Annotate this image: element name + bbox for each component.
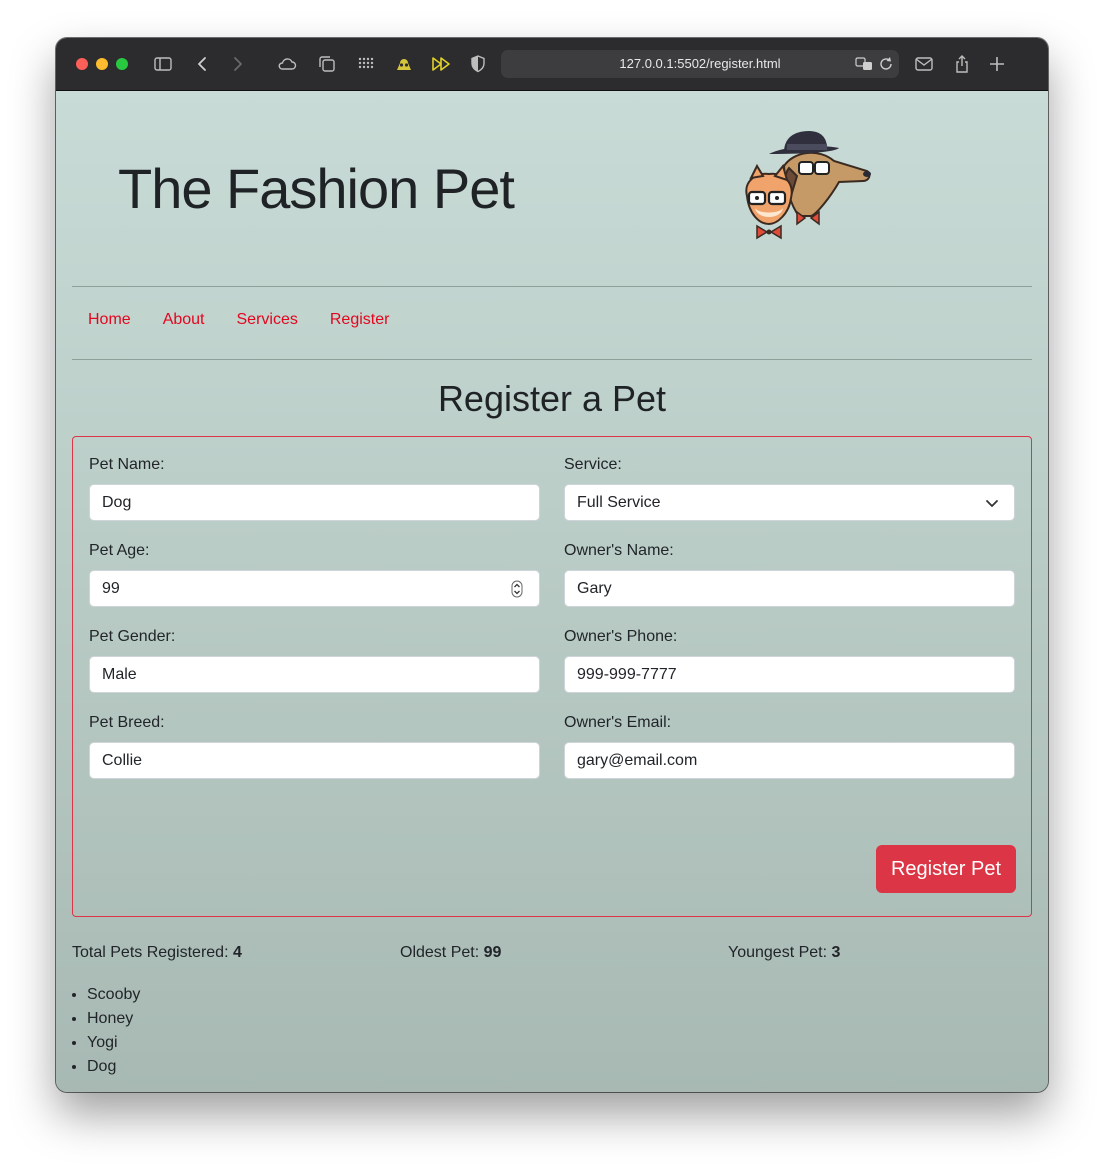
maximize-window-button[interactable] <box>116 58 128 70</box>
oldest-pet-stat: Oldest Pet: 99 <box>400 944 501 962</box>
pet-breed-group: Pet Breed: Collie <box>89 714 540 779</box>
shield-icon[interactable] <box>467 53 489 75</box>
forward-icon[interactable] <box>226 53 248 75</box>
pet-name-input[interactable]: Dog <box>89 484 540 521</box>
nav-link-register[interactable]: Register <box>330 311 390 329</box>
owner-phone-input[interactable]: 999-999-7777 <box>564 656 1015 693</box>
tabs-icon[interactable] <box>316 53 338 75</box>
list-item: Dog <box>87 1055 140 1079</box>
oldest-pet-value: 99 <box>483 944 502 961</box>
pet-name-group: Pet Name: Dog <box>89 456 540 521</box>
pet-age-input[interactable]: 99 <box>89 570 540 607</box>
main-nav: Home About Services Register <box>88 311 389 329</box>
stepper-icon[interactable] <box>507 579 527 599</box>
owner-name-input[interactable]: Gary <box>564 570 1015 607</box>
minimize-window-button[interactable] <box>96 58 108 70</box>
reload-icon[interactable] <box>875 53 897 75</box>
service-label: Service: <box>564 456 622 473</box>
nav-link-services[interactable]: Services <box>237 311 298 329</box>
pet-logo <box>739 126 874 241</box>
site-title: The Fashion Pet <box>118 157 515 220</box>
total-pets-stat: Total Pets Registered: 4 <box>72 944 242 962</box>
pet-breed-label: Pet Breed: <box>89 714 165 731</box>
service-value: Full Service <box>577 494 661 511</box>
pet-list: Scooby Honey Yogi Dog <box>72 983 140 1079</box>
nav-link-home[interactable]: Home <box>88 311 131 329</box>
chevron-down-icon <box>982 493 1002 513</box>
service-select[interactable]: Full Service <box>564 484 1015 521</box>
youngest-pet-label: Youngest Pet: <box>728 944 828 961</box>
close-window-button[interactable] <box>76 58 88 70</box>
total-pets-label: Total Pets Registered: <box>72 944 229 961</box>
cloud-icon[interactable] <box>276 53 298 75</box>
owner-name-group: Owner's Name: Gary <box>564 542 1015 607</box>
translate-icon[interactable] <box>853 53 875 75</box>
total-pets-value: 4 <box>232 944 242 961</box>
grid-icon[interactable] <box>355 53 377 75</box>
pet-gender-input[interactable]: Male <box>89 656 540 693</box>
browser-toolbar: 127.0.0.1:5502/register.html <box>56 38 1048 91</box>
browser-window: 127.0.0.1:5502/register.html The Fashion… <box>56 38 1048 1092</box>
extension-icon[interactable] <box>393 53 415 75</box>
owner-email-input[interactable]: gary@email.com <box>564 742 1015 779</box>
page-content: The Fashion Pet Home About Services Regi… <box>56 91 1048 1092</box>
mail-icon[interactable] <box>913 53 935 75</box>
list-item: Honey <box>87 1007 140 1031</box>
youngest-pet-value: 3 <box>831 944 841 961</box>
page-title: Register a Pet <box>437 378 667 419</box>
pet-name-label: Pet Name: <box>89 456 165 473</box>
pet-age-label: Pet Age: <box>89 542 150 559</box>
back-icon[interactable] <box>192 53 214 75</box>
nav-link-about[interactable]: About <box>163 311 205 329</box>
pet-gender-group: Pet Gender: Male <box>89 628 540 693</box>
new-tab-icon[interactable] <box>986 53 1008 75</box>
owner-phone-label: Owner's Phone: <box>564 628 678 645</box>
owner-name-label: Owner's Name: <box>564 542 674 559</box>
oldest-pet-label: Oldest Pet: <box>400 944 480 961</box>
fast-forward-icon[interactable] <box>430 53 452 75</box>
owner-email-group: Owner's Email: gary@email.com <box>564 714 1015 779</box>
sidebar-icon[interactable] <box>152 53 174 75</box>
register-pet-button[interactable]: Register Pet <box>876 845 1016 893</box>
pet-age-group: Pet Age: 99 <box>89 542 540 607</box>
url-text: 127.0.0.1:5502/register.html <box>619 56 781 71</box>
pet-breed-input[interactable]: Collie <box>89 742 540 779</box>
owner-phone-group: Owner's Phone: 999-999-7777 <box>564 628 1015 693</box>
list-item: Yogi <box>87 1031 140 1055</box>
service-group: Service: Full Service <box>564 456 1015 521</box>
share-icon[interactable] <box>951 53 973 75</box>
owner-email-label: Owner's Email: <box>564 714 672 731</box>
header-divider <box>72 286 1032 287</box>
nav-divider <box>72 359 1032 360</box>
pet-age-value: 99 <box>102 580 120 597</box>
list-item: Scooby <box>87 983 140 1007</box>
pet-gender-label: Pet Gender: <box>89 628 176 645</box>
address-bar[interactable]: 127.0.0.1:5502/register.html <box>501 50 899 78</box>
youngest-pet-stat: Youngest Pet: 3 <box>728 944 840 962</box>
register-form: Pet Name: Dog Pet Age: 99 Pet Gender: Ma… <box>72 436 1032 917</box>
